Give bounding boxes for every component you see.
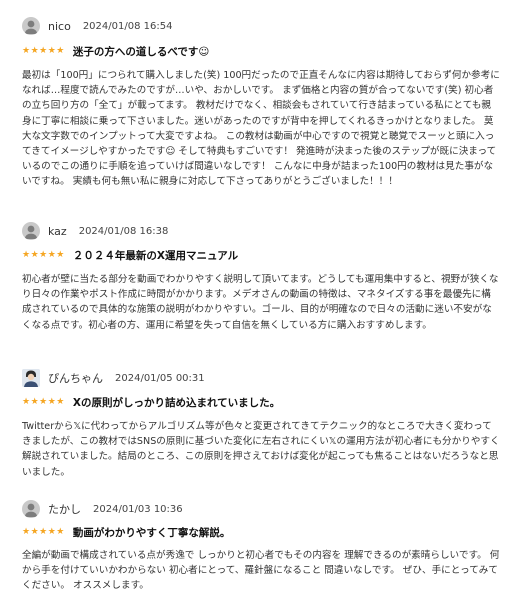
review-date: 2024/01/08 16:54 — [82, 20, 173, 32]
star-rating: ★★★★★ — [22, 397, 65, 407]
review-header: たかし 2024/01/03 10:36 — [22, 498, 183, 520]
review-title-row: ★★★★★ ２０２４年最新のX運用マニュアル — [22, 247, 238, 263]
username[interactable]: kaz — [48, 225, 67, 238]
review-list: nico 2024/01/08 16:54 ★★★★★ 迷子の方への道しるべです… — [0, 0, 516, 606]
username[interactable]: ぴんちゃん — [48, 370, 103, 386]
review-header: ぴんちゃん 2024/01/05 00:31 — [22, 367, 205, 389]
username[interactable]: nico — [48, 20, 71, 33]
review-title-row: ★★★★★ Xの原則がしっかり詰め込まれていました。 — [22, 394, 280, 410]
review-title-row: ★★★★★ 迷子の方への道しるべです☺ — [22, 43, 209, 59]
review-header: nico 2024/01/08 16:54 — [22, 15, 172, 37]
username[interactable]: たかし — [48, 501, 81, 517]
review-title: ２０２４年最新のX運用マニュアル — [72, 249, 239, 262]
review-body: 全編が動画で構成されている点が秀逸で しっかりと初心者でもその内容を 理解できる… — [22, 550, 500, 592]
review-date: 2024/01/05 00:31 — [115, 372, 205, 384]
review-body: 最初は「100円」につられて購入しました(笑) 100円だったので正直そんなに内… — [22, 70, 500, 188]
user-avatar-icon[interactable] — [22, 17, 40, 35]
review-title-row: ★★★★★ 動画がわかりやすく丁寧な解説。 — [22, 524, 230, 540]
star-rating: ★★★★★ — [22, 527, 65, 537]
user-avatar-icon[interactable] — [22, 369, 40, 387]
review-date: 2024/01/08 16:38 — [78, 225, 169, 237]
star-rating: ★★★★★ — [22, 46, 65, 56]
review-title: Xの原則がしっかり詰め込まれていました。 — [72, 396, 281, 409]
review-title: 動画がわかりやすく丁寧な解説。 — [72, 526, 231, 539]
review-body: 初心者が壁に当たる部分を動画でわかりやすく説明して頂いてます。どうしても運用集中… — [22, 274, 499, 331]
user-avatar-icon[interactable] — [22, 500, 40, 518]
star-rating: ★★★★★ — [22, 250, 65, 260]
review-title: 迷子の方への道しるべです☺ — [72, 45, 210, 58]
review-date: 2024/01/03 10:36 — [93, 503, 183, 515]
review-header: kaz 2024/01/08 16:38 — [22, 220, 168, 242]
user-avatar-icon[interactable] — [22, 222, 40, 240]
review-body: Twitterから𝕏に代わってからアルゴリズム等が色々と変更されてきてテクニック… — [22, 421, 500, 478]
